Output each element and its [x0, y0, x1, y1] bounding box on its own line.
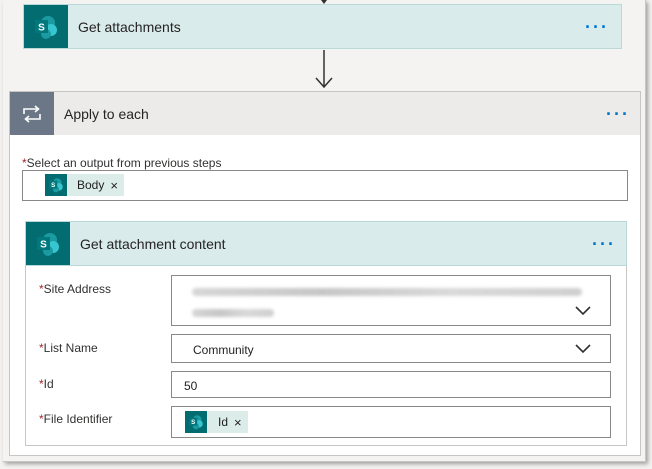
site-address-label-text: Site Address [43, 282, 112, 296]
svg-text:S: S [38, 22, 45, 33]
close-icon[interactable]: × [234, 415, 242, 430]
flow-canvas: S Get attachments ··· Apply to each ··· [3, 0, 646, 462]
file-identifier-label-text: File Identifier [43, 412, 113, 426]
id-token-label: Id [218, 415, 229, 429]
site-address-label: *Site Address [39, 282, 111, 296]
more-options-icon[interactable]: ··· [592, 235, 616, 253]
sharepoint-icon: S [24, 5, 68, 48]
list-name-label-text: List Name [43, 341, 98, 355]
more-options-icon[interactable]: ··· [585, 18, 609, 36]
get-attachment-content-title: Get attachment content [80, 235, 226, 252]
id-value: 50 [184, 379, 198, 393]
select-output-label: *Select an output from previous steps [22, 156, 221, 170]
svg-text:S: S [40, 239, 47, 250]
id-token[interactable]: S Id × [185, 411, 248, 433]
sharepoint-icon: S [45, 174, 67, 196]
close-icon[interactable]: × [110, 178, 118, 193]
more-options-icon[interactable]: ··· [606, 105, 630, 123]
arrow-down-icon [315, 50, 333, 89]
loop-icon [10, 92, 54, 135]
chevron-down-icon[interactable] [575, 306, 591, 316]
redacted-site-address [192, 288, 582, 296]
id-label: *Id [39, 377, 54, 391]
site-address-input[interactable] [171, 275, 611, 326]
svg-text:S: S [191, 419, 195, 426]
sharepoint-icon: S [185, 411, 207, 433]
file-identifier-label: *File Identifier [39, 412, 112, 426]
sharepoint-icon: S [26, 222, 70, 265]
select-output-label-text: Select an output from previous steps [26, 156, 222, 170]
id-input[interactable]: 50 [171, 371, 611, 398]
get-attachments-title: Get attachments [78, 18, 181, 35]
get-attachment-content-card: S Get attachment content ··· *Site Addre… [25, 221, 627, 446]
body-token[interactable]: S Body × [45, 174, 124, 196]
redacted-site-address [192, 309, 274, 317]
file-identifier-input[interactable]: S Id × [171, 406, 611, 438]
body-token-label: Body [77, 178, 105, 192]
list-name-label: *List Name [39, 341, 98, 355]
svg-text:S: S [51, 182, 55, 189]
apply-to-each-container: Apply to each ··· *Select an output from… [9, 91, 641, 456]
get-attachments-card[interactable]: S Get attachments ··· [23, 4, 622, 49]
get-attachment-content-header[interactable]: S Get attachment content ··· [25, 221, 627, 266]
apply-to-each-title: Apply to each [64, 105, 149, 122]
select-output-input[interactable]: S Body × [22, 170, 628, 201]
id-label-text: Id [43, 377, 54, 391]
list-name-dropdown[interactable]: Community [171, 334, 611, 363]
chevron-down-icon[interactable] [575, 344, 591, 354]
list-name-value: Community [193, 343, 254, 357]
apply-to-each-header[interactable]: Apply to each ··· [10, 92, 640, 135]
